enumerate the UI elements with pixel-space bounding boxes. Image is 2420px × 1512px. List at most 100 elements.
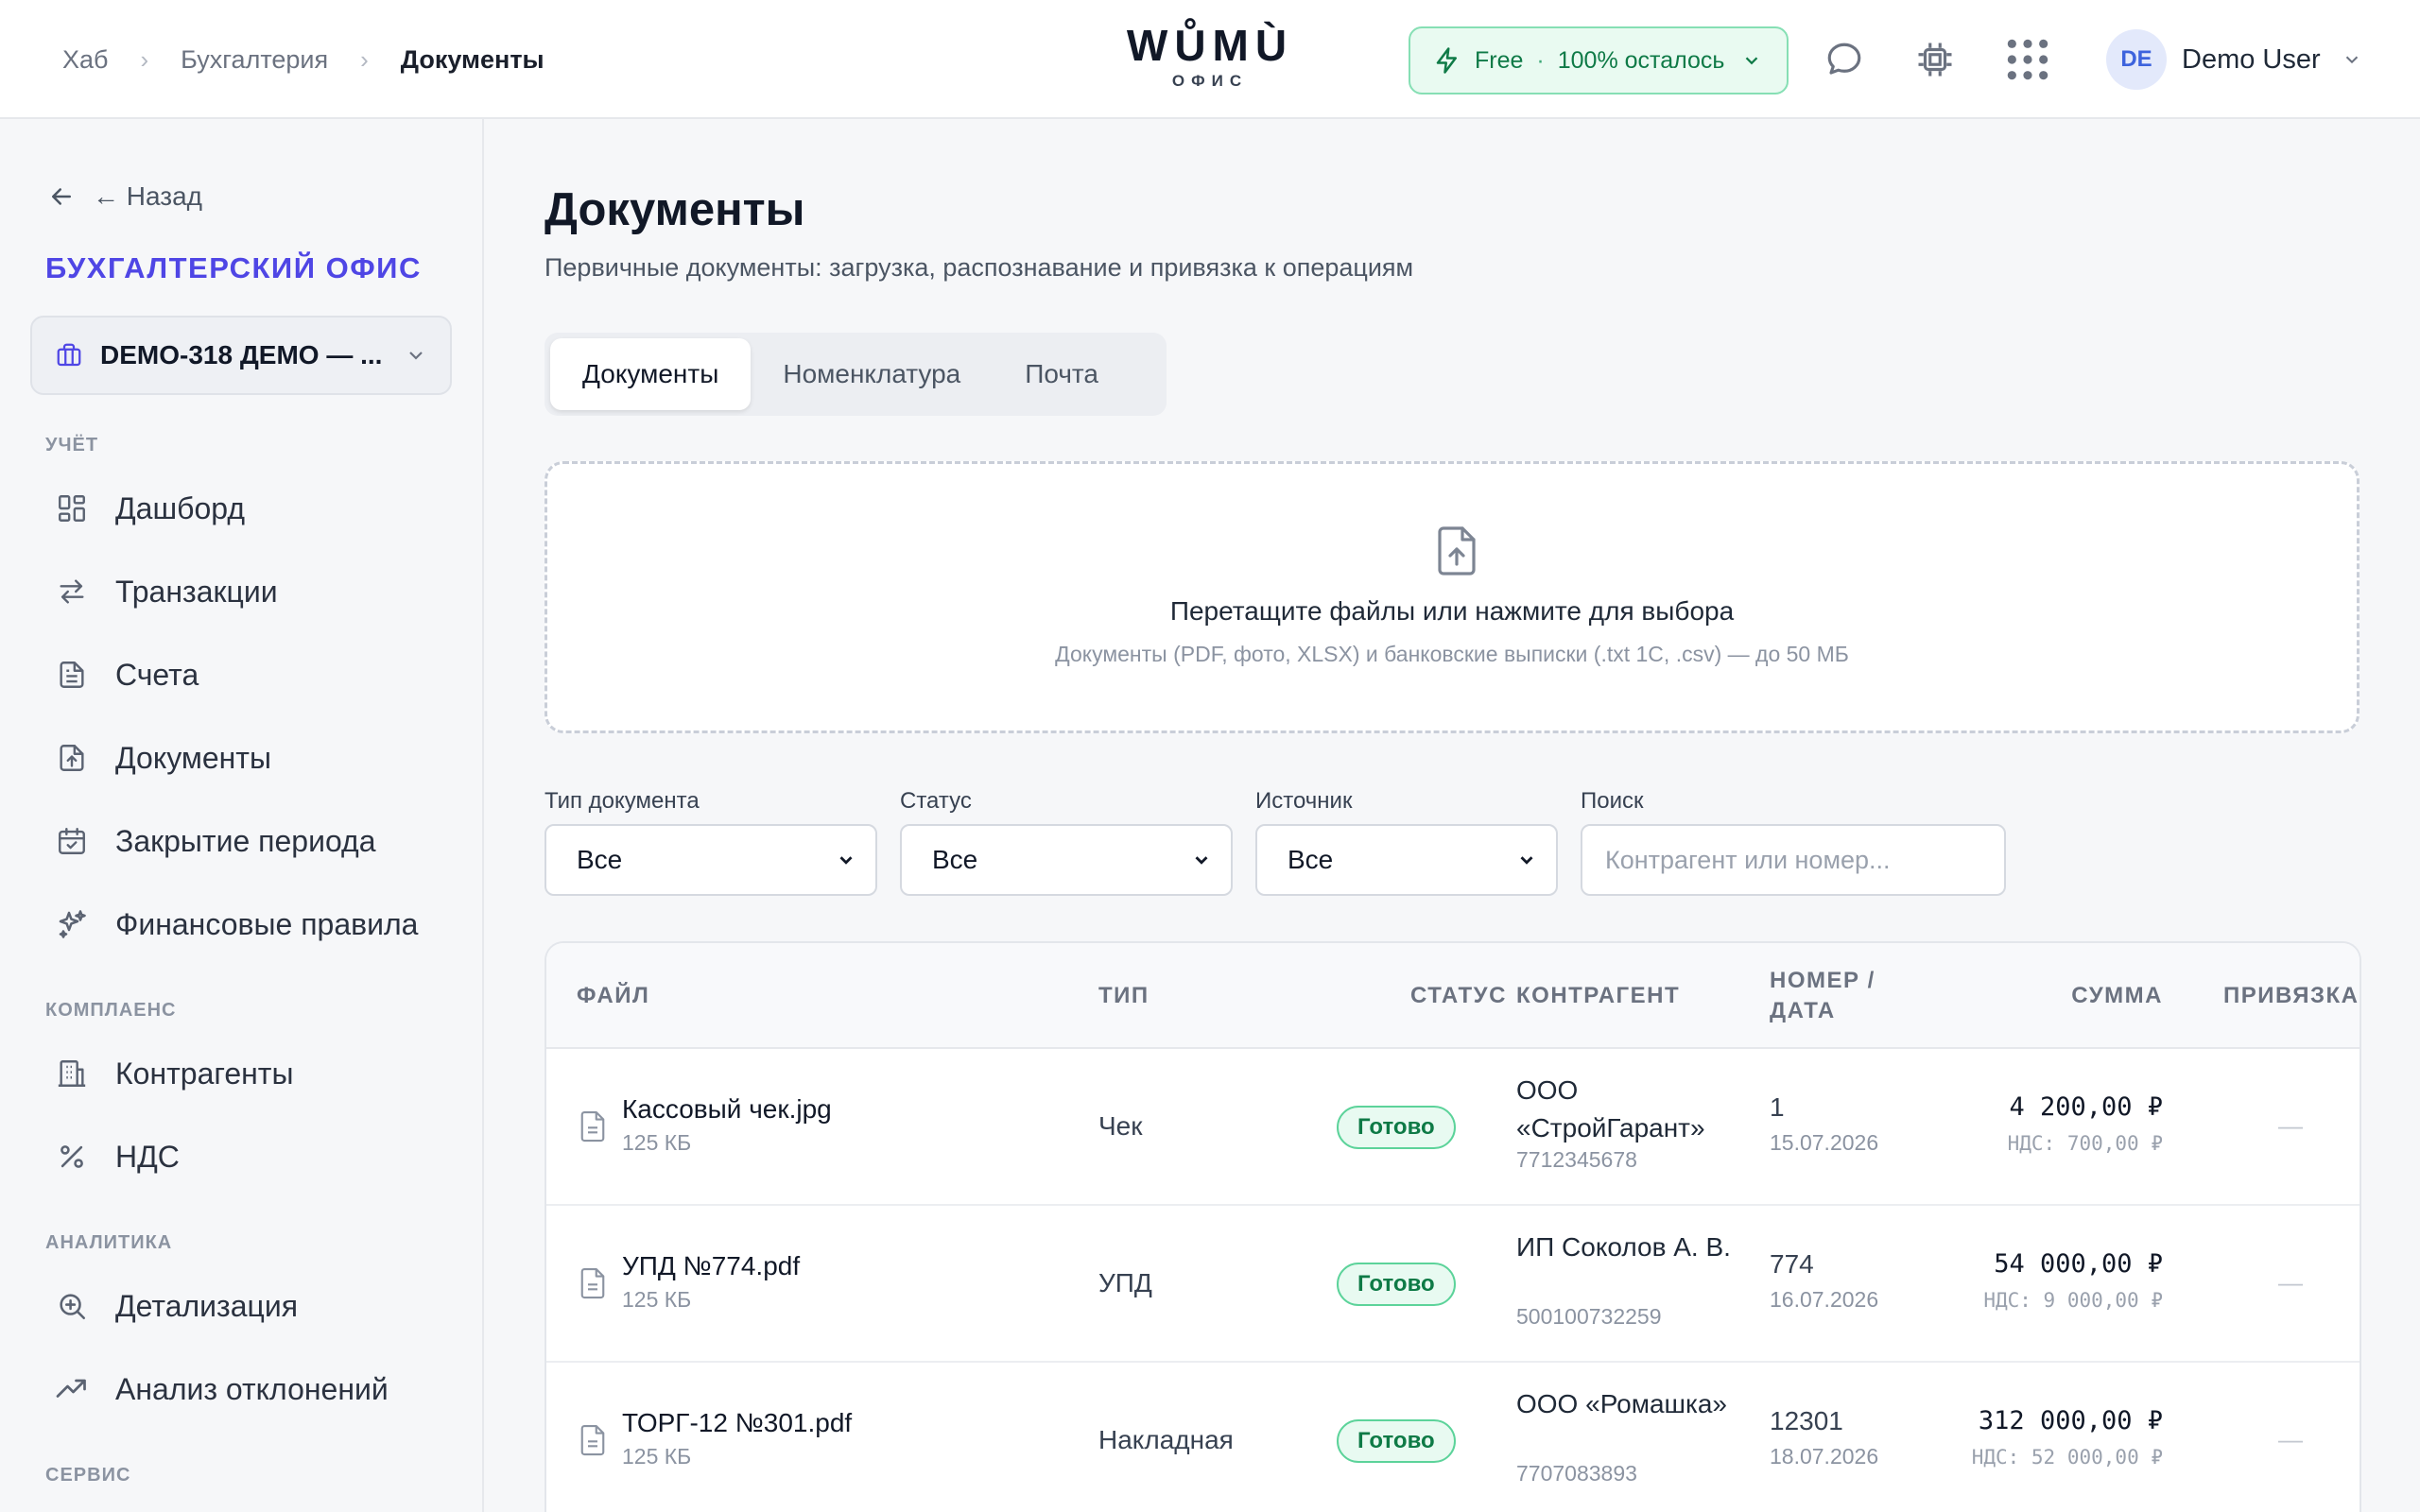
page-title: Документы — [544, 184, 805, 235]
search-input[interactable] — [1581, 824, 2006, 896]
source-select[interactable]: Все — [1255, 824, 1558, 896]
sidebar-item-documents[interactable]: Документы — [32, 724, 452, 792]
breadcrumb: Хаб › Бухгалтерия › Документы — [62, 0, 544, 119]
filter-source-label: Источник — [1255, 788, 1353, 814]
sidebar-item-label: Контрагенты — [115, 1056, 294, 1091]
briefcase-icon — [57, 343, 81, 367]
chevron-down-icon — [1746, 57, 1758, 65]
sidebar-item-variance[interactable]: Анализ отклонений — [32, 1355, 452, 1423]
sidebar-item-counterparties[interactable]: Контрагенты — [32, 1040, 452, 1108]
sidebar-item-finance-rules[interactable]: Финансовые правила — [32, 890, 452, 958]
sidebar-item-label: НДС — [115, 1139, 180, 1174]
table-header: ФАЙЛ ТИП СТАТУС КОНТРАГЕНТ НОМЕР / ДАТА … — [546, 943, 2360, 1049]
plan-remaining: 100% осталось — [1557, 46, 1725, 74]
column-file[interactable]: ФАЙЛ — [577, 981, 649, 1011]
column-type[interactable]: ТИП — [1098, 981, 1150, 1011]
tab-mail[interactable]: Почта — [993, 338, 1131, 410]
column-status[interactable]: СТАТУС — [1410, 981, 1507, 1011]
doc-number: 774 — [1770, 1249, 1814, 1279]
counterparty-inn: 7712345678 — [1516, 1147, 1637, 1172]
user-menu[interactable]: DE Demo User — [2106, 29, 2362, 90]
sidebar-item-details[interactable]: Детализация — [32, 1272, 452, 1340]
sidebar: ← Назад БУХГАЛТЕРСКИЙ ОФИС DEMO-318 ДЕМО… — [0, 119, 484, 1512]
sidebar-item-label: Анализ отклонений — [115, 1371, 389, 1406]
link-placeholder[interactable]: — — [2278, 1111, 2303, 1141]
table-row[interactable]: УПД №774.pdf 125 КБ УПД Готово ИП Соколо… — [546, 1206, 2360, 1363]
main-content: Документы Первичные документы: загрузка,… — [486, 121, 2420, 1512]
file-dropzone[interactable]: Перетащите файлы или нажмите для выбора … — [544, 461, 2360, 733]
doc-type: УПД — [1098, 1268, 1152, 1297]
status-value: Все — [932, 845, 978, 874]
counterparty-name: ООО «СтройГарант» — [1516, 1075, 1705, 1143]
source-value: Все — [1288, 845, 1334, 874]
column-link[interactable]: ПРИВЯЗКА — [2223, 981, 2360, 1011]
table-row[interactable]: Кассовый чек.jpg 125 КБ Чек Готово ООО «… — [546, 1049, 2360, 1206]
percent-icon — [53, 1138, 91, 1176]
doc-vat: НДС: 9 000,00 ₽ — [1983, 1289, 2163, 1312]
arrow-left-icon — [52, 188, 71, 205]
chevron-down-icon — [839, 856, 853, 865]
sidebar-item-label: Счета — [115, 657, 199, 692]
chevron-right-icon: › — [360, 44, 369, 74]
doc-type: Накладная — [1098, 1425, 1234, 1454]
apps-grid-icon[interactable] — [2004, 36, 2051, 83]
chevron-down-icon — [1195, 856, 1208, 865]
sidebar-item-transactions[interactable]: Транзакции — [32, 558, 452, 626]
column-number-date[interactable]: НОМЕР / ДАТА — [1770, 966, 1876, 1026]
filter-doc-type-label: Тип документа — [544, 788, 700, 814]
sidebar-item-period-close[interactable]: Закрытие периода — [32, 807, 452, 875]
plan-button[interactable]: Free · 100% осталось — [1409, 26, 1789, 94]
counterparty-name: ООО «Ромашка» — [1516, 1389, 1728, 1418]
sidebar-item-label: Финансовые правила — [115, 906, 419, 941]
file-size: 125 КБ — [622, 1130, 692, 1155]
breadcrumb-hub[interactable]: Хаб — [62, 45, 109, 75]
org-selector[interactable]: DEMO-318 ДЕМО — ... — [30, 316, 452, 395]
dashboard-icon — [53, 490, 91, 527]
file-name[interactable]: УПД №774.pdf — [622, 1251, 800, 1281]
file-name[interactable]: ТОРГ-12 №301.pdf — [622, 1408, 852, 1438]
sidebar-item-vat[interactable]: НДС — [32, 1123, 452, 1191]
doc-type-select[interactable]: Все — [544, 824, 877, 896]
cpu-chip-icon[interactable] — [1911, 36, 1959, 83]
sidebar-item-dashboard[interactable]: Дашборд — [32, 474, 452, 542]
tab-nomenclature[interactable]: Номенклатура — [751, 338, 993, 410]
dropzone-hint: Документы (PDF, фото, XLSX) и банковские… — [1055, 642, 1849, 666]
status-badge: Готово — [1337, 1419, 1456, 1463]
breadcrumb-accounting[interactable]: Бухгалтерия — [181, 45, 328, 75]
chevron-down-icon — [1520, 856, 1533, 865]
table-row[interactable]: ТОРГ-12 №301.pdf 125 КБ Накладная Готово… — [546, 1363, 2360, 1512]
file-name[interactable]: Кассовый чек.jpg — [622, 1094, 832, 1125]
link-placeholder[interactable]: — — [2278, 1425, 2303, 1454]
status-badge: Готово — [1337, 1263, 1456, 1306]
link-placeholder[interactable]: — — [2278, 1268, 2303, 1297]
calendar-check-icon — [53, 822, 91, 860]
doc-number: 12301 — [1770, 1406, 1843, 1435]
trending-up-icon — [53, 1370, 91, 1408]
plan-name: Free — [1475, 46, 1524, 74]
sidebar-item-invoices[interactable]: Счета — [32, 641, 452, 709]
status-badge: Готово — [1337, 1106, 1456, 1149]
logo-subtitle: ОФИС — [1171, 72, 1249, 90]
doc-type-value: Все — [577, 845, 623, 874]
column-amount[interactable]: СУММА — [2071, 981, 2163, 1011]
chevron-down-icon — [409, 352, 423, 360]
chat-icon[interactable] — [1821, 36, 1868, 83]
filter-search-label: Поиск — [1581, 788, 1644, 814]
status-select[interactable]: Все — [900, 824, 1233, 896]
logo-mark: WŮMÙ — [1126, 21, 1294, 70]
top-header: Хаб › Бухгалтерия › Документы WŮMÙ ОФИС … — [0, 0, 2420, 119]
page-subtitle: Первичные документы: загрузка, распознав… — [544, 253, 1414, 282]
app-logo[interactable]: WŮMÙ ОФИС — [1115, 21, 1305, 91]
filter-status-label: Статус — [900, 788, 972, 814]
sparkles-icon — [53, 905, 91, 943]
tab-bar: Документы Номенклатура Почта — [544, 333, 1167, 416]
back-button[interactable]: ← Назад — [47, 181, 202, 212]
column-counterparty[interactable]: КОНТРАГЕНТ — [1516, 981, 1680, 1011]
sidebar-item-label: Закрытие периода — [115, 823, 376, 858]
section-label-accounting: УЧЁТ — [45, 435, 99, 455]
file-text-icon — [580, 1110, 605, 1143]
counterparty-name: ИП Соколов А. В. — [1516, 1232, 1731, 1262]
tab-documents[interactable]: Документы — [550, 338, 752, 410]
file-size: 125 КБ — [622, 1287, 692, 1312]
doc-number: 1 — [1770, 1092, 1785, 1122]
